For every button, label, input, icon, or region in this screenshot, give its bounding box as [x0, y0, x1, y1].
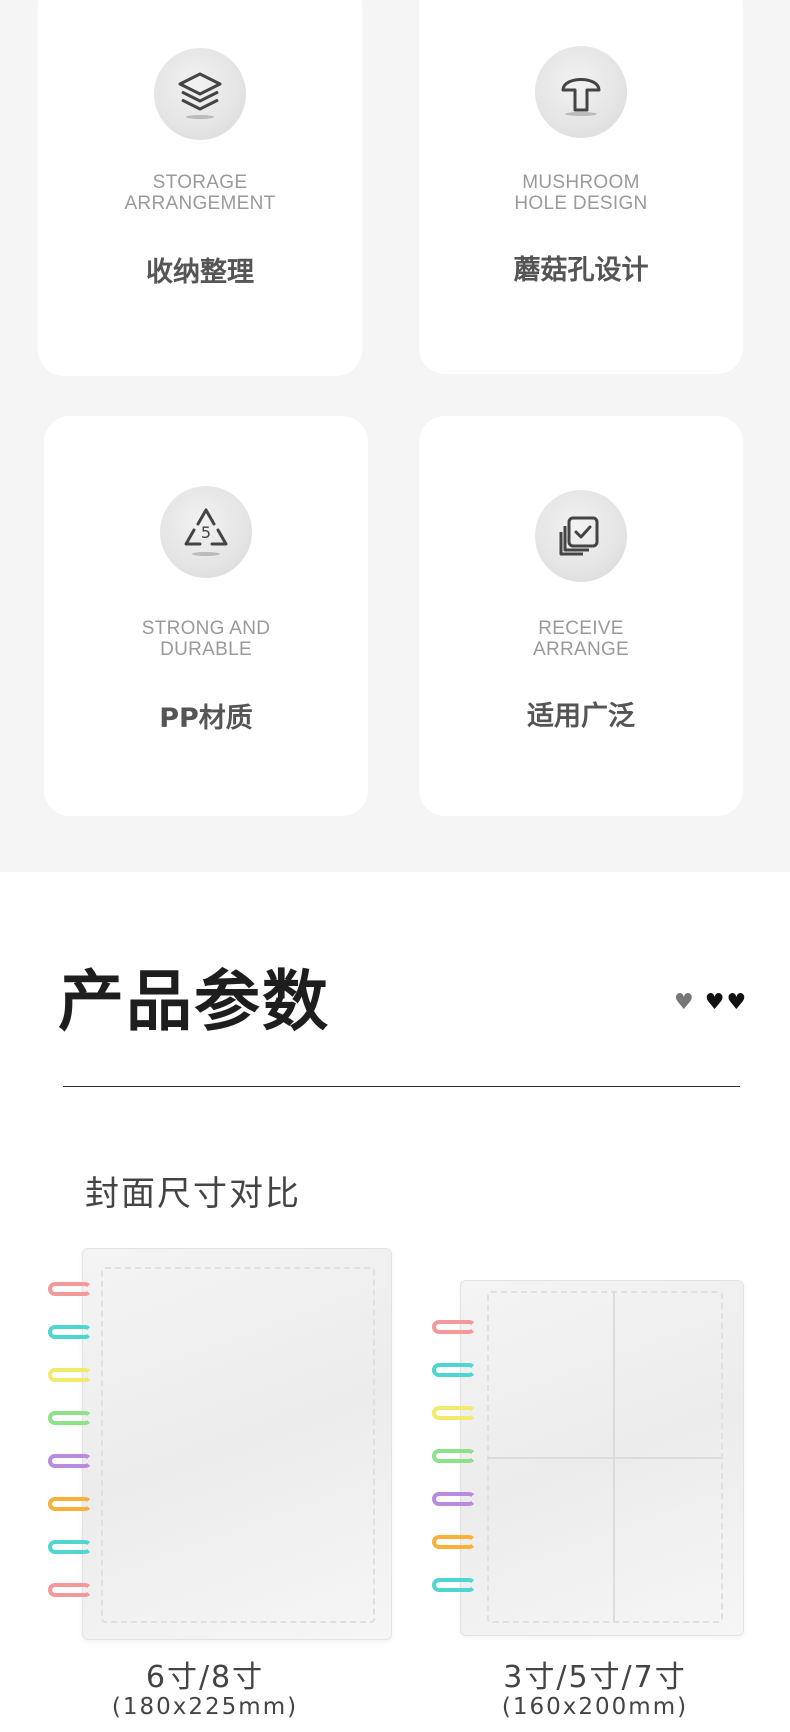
binder-ring	[432, 1535, 476, 1549]
binder-ring	[432, 1578, 476, 1592]
recycle-5-icon: 5	[160, 486, 252, 578]
feature-en-label: RECEIVE ARRANGE	[532, 618, 630, 660]
album-size-mm: (180x225mm)	[111, 1694, 299, 1720]
feature-cn-label: 收纳整理	[146, 257, 254, 288]
feature-card-durable: 5 STRONG AND DURABLE PP材质	[44, 416, 368, 816]
heart-icon: ♥	[674, 990, 696, 1015]
binder-ring	[48, 1583, 92, 1597]
album-size-mm: (160x200mm)	[501, 1694, 689, 1720]
feature-card-mushroom: MUSHROOM HOLE DESIGN 蘑菇孔设计	[419, 0, 743, 374]
feature-en-label: STORAGE ARRANGEMENT	[124, 172, 276, 214]
album-small	[428, 1278, 748, 1640]
feature-en-label: STRONG AND DURABLE	[141, 618, 271, 660]
feature-en-label: MUSHROOM HOLE DESIGN	[514, 172, 648, 214]
binder-ring	[432, 1363, 476, 1377]
binder-ring	[48, 1325, 92, 1339]
album-size-label: 6寸/8寸	[145, 1660, 265, 1695]
binder-ring	[48, 1540, 92, 1554]
mushroom-icon	[535, 46, 627, 138]
album-size-label: 3寸/5寸/7寸	[503, 1660, 687, 1695]
binder-ring	[48, 1497, 92, 1511]
album-sheet	[460, 1280, 744, 1636]
feature-card-storage: STORAGE ARRANGEMENT 收纳整理	[38, 0, 362, 376]
binder-ring	[432, 1449, 476, 1463]
pocket-divider-vertical	[613, 1291, 615, 1621]
stacked-check-icon	[535, 490, 627, 582]
sheet-pocket	[101, 1267, 375, 1623]
binder-ring	[432, 1492, 476, 1506]
album-sheet	[82, 1248, 392, 1640]
features-section: STORAGE ARRANGEMENT 收纳整理 MUSHROOM HOLE D…	[0, 0, 790, 872]
binder-ring	[48, 1282, 92, 1296]
feature-card-receive: RECEIVE ARRANGE 适用广泛	[419, 416, 743, 816]
pocket-divider-horizontal	[487, 1457, 721, 1459]
feature-cn-label: 蘑菇孔设计	[513, 255, 649, 286]
hearts-decoration: ♥ ♥♥	[674, 990, 748, 1015]
binder-ring	[48, 1454, 92, 1468]
album-large	[40, 1246, 400, 1642]
divider	[63, 1086, 740, 1087]
binder-ring	[48, 1411, 92, 1425]
heart-icon: ♥♥	[704, 990, 749, 1015]
binder-ring	[432, 1406, 476, 1420]
binder-ring	[48, 1368, 92, 1382]
layers-icon	[154, 48, 246, 140]
section-title: 产品参数	[58, 963, 330, 1040]
svg-text:5: 5	[201, 523, 211, 542]
cover-size-subtitle: 封面尺寸对比	[85, 1174, 301, 1214]
binder-ring	[432, 1320, 476, 1334]
feature-cn-label: PP材质	[159, 703, 253, 734]
feature-cn-label: 适用广泛	[527, 701, 635, 732]
